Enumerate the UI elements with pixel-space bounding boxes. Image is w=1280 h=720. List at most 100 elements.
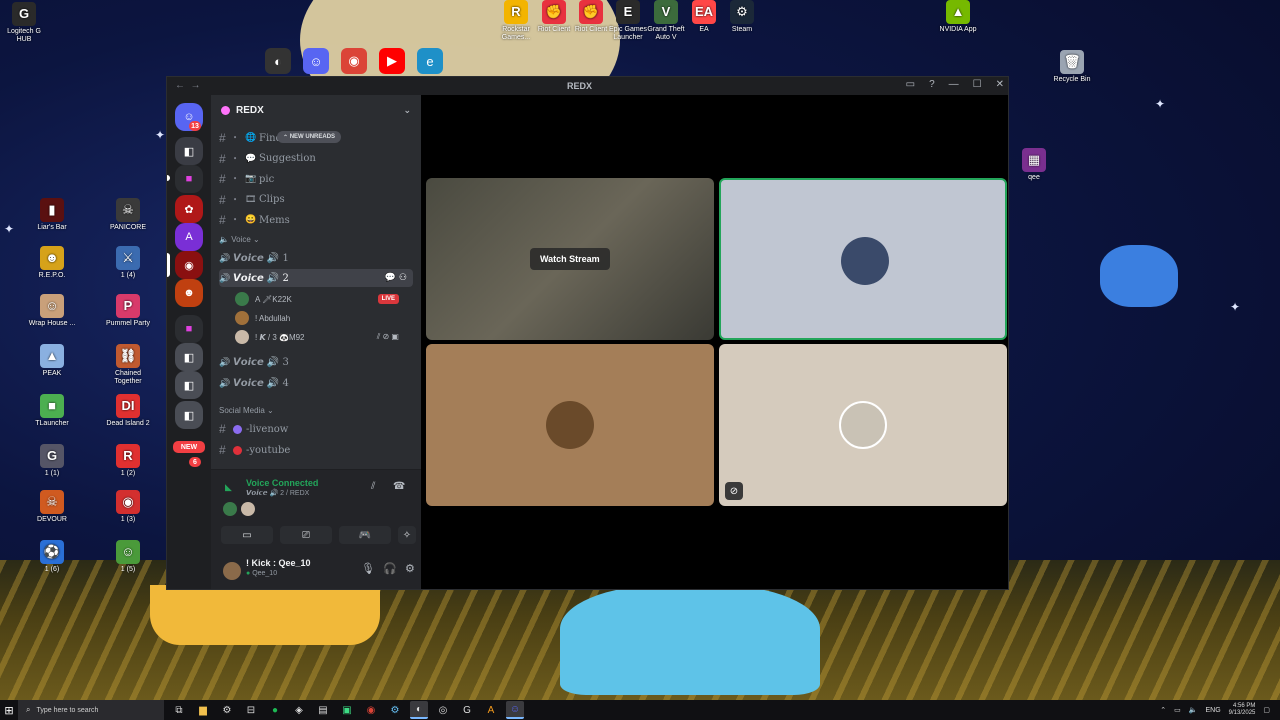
voice-participant[interactable]: ! 𝙆 / 3 🐼M92 ⫽ ⊘ ▣ — [235, 328, 407, 346]
user-display-name[interactable]: ! Kick : Qee_10 — [246, 558, 311, 568]
camera-off-button[interactable]: ▭ — [221, 526, 273, 544]
desktop-icon[interactable]: ☺ Wrap House ... — [28, 294, 76, 328]
maximize-button[interactable]: ☐ — [973, 79, 982, 90]
desktop-icon[interactable]: R 1 (2) — [104, 444, 152, 478]
vpn-icon[interactable]: ◈ — [290, 701, 308, 719]
desktop-icon[interactable]: ◉ 1 (3) — [104, 490, 152, 524]
language-indicator[interactable]: ENG — [1206, 707, 1221, 714]
discord-icon[interactable]: ☺ — [506, 701, 524, 719]
channel-mems[interactable]: # • 😀 Mems — [219, 211, 413, 229]
chat-icon[interactable]: 💬 ⚇ — [385, 273, 407, 283]
chrome-icon[interactable]: ◉ — [341, 48, 367, 74]
voice-channel[interactable]: 🔊 𝙑𝙤𝙞𝙘𝙚 🔊 3 — [219, 353, 413, 371]
voice-participant[interactable]: ! Abdullah — [235, 309, 407, 327]
steam-icon[interactable]: ⚙ — [386, 701, 404, 719]
server-icon[interactable]: A — [175, 223, 203, 251]
new-unreads-pill[interactable]: ⌃ NEW UNREADS — [277, 131, 342, 143]
desktop-icon[interactable]: 🗑 Recycle Bin — [1048, 50, 1096, 84]
server-icon[interactable]: ◧ — [175, 137, 203, 165]
chevron-up-icon[interactable]: ⌃ — [1160, 706, 1166, 714]
desktop-icon[interactable]: DI Dead Island 2 — [104, 394, 152, 428]
volume-icon[interactable]: 🔈 — [1189, 706, 1198, 714]
help-icon[interactable]: ? — [929, 79, 935, 90]
desktop-icon[interactable]: ☠ PANICORE — [104, 198, 152, 232]
watch-stream-button[interactable]: Watch Stream — [530, 248, 610, 270]
desktop-icon[interactable]: ☻ R.E.P.O. — [28, 246, 76, 280]
notepad-icon[interactable]: ▤ — [314, 701, 332, 719]
disconnect-icon[interactable]: ☎ — [393, 481, 405, 492]
desktop-icon[interactable]: G Logitech G HUB — [0, 2, 48, 44]
desktop-icon[interactable]: ⛓ Chained Together — [104, 344, 152, 386]
discord-icon[interactable]: ☺ — [303, 48, 329, 74]
soundboard-button[interactable]: ✧ — [398, 526, 416, 544]
desktop-icon[interactable]: ⚔ 1 (4) — [104, 246, 152, 280]
signal-icon[interactable]: ◣ — [225, 482, 232, 493]
desktop-icon[interactable]: ⚽ 1 (6) — [28, 540, 76, 574]
desktop-icon[interactable]: ■ TLauncher — [28, 394, 76, 428]
server-header[interactable]: REDX ⌄ — [211, 95, 421, 125]
youtube-icon[interactable]: ▶ — [379, 48, 405, 74]
channel-youtube[interactable]: # -youtube — [219, 441, 413, 459]
channel-clips[interactable]: # • 🎞 Clips — [219, 191, 413, 209]
network-icon[interactable]: ▭ — [1174, 706, 1181, 714]
app-icon[interactable]: A — [482, 701, 500, 719]
chrome-icon[interactable]: ◉ — [362, 701, 380, 719]
desktop-icon[interactable]: P Pummel Party — [104, 294, 152, 328]
server-icon[interactable]: ◧ — [175, 401, 203, 429]
voice-category[interactable]: 🔈 Voice ⌄ — [219, 235, 260, 244]
server-icon[interactable]: ■ — [175, 315, 203, 343]
voice-channel[interactable]: 🔊 𝙑𝙤𝙞𝙘𝙚 🔊 1 — [219, 249, 413, 267]
voice-channel[interactable]: 🔊 𝙑𝙤𝙞𝙘𝙚 🔊 4 — [219, 374, 413, 392]
edge-icon[interactable]: e — [417, 48, 443, 74]
channel-pic[interactable]: # • 📷 pic — [219, 170, 413, 188]
voice-channel-path[interactable]: 𝙑𝙤𝙞𝙘𝙚 🔊 2 / REDX — [246, 489, 309, 497]
server-icon[interactable]: ■ — [175, 165, 203, 193]
avatar[interactable] — [241, 502, 255, 516]
chevron-down-icon[interactable]: ⌄ — [403, 105, 411, 116]
participant-tile-speaking[interactable] — [719, 178, 1007, 340]
logitech-icon[interactable]: G — [458, 701, 476, 719]
davinci-icon[interactable]: ◐ — [265, 48, 291, 74]
close-button[interactable]: ✕ — [996, 79, 1004, 90]
desktop-icon[interactable]: G 1 (1) — [28, 444, 76, 478]
avatar[interactable] — [223, 502, 237, 516]
voice-status[interactable]: Voice Connected — [246, 478, 318, 488]
desktop-icon[interactable]: ☺ 1 (5) — [104, 540, 152, 574]
desktop-icon[interactable]: ▲ NVIDIA App — [934, 0, 982, 34]
ubisoft-icon[interactable]: ◎ — [434, 701, 452, 719]
notifications-icon[interactable]: ▢ — [1263, 706, 1270, 714]
clock[interactable]: 4:56 PM 9/13/2025 — [1229, 703, 1256, 717]
taskbar-search[interactable]: ⌕ Type here to search — [18, 700, 164, 720]
user-avatar[interactable] — [223, 562, 241, 580]
stream-tile[interactable]: Watch Stream — [426, 178, 714, 340]
gear-icon[interactable]: ⚙ — [405, 562, 415, 575]
spotify-icon[interactable]: ● — [266, 701, 284, 719]
activities-button[interactable]: 🎮 — [339, 526, 391, 544]
server-icon[interactable]: ☻ — [175, 279, 203, 307]
desktop-icon[interactable]: ▲ PEAK — [28, 344, 76, 378]
app-icon[interactable]: ⊟ — [242, 701, 260, 719]
desktop-icon[interactable]: ▦ qee — [1010, 148, 1058, 182]
back-forward-icon[interactable]: ← → — [175, 80, 201, 91]
app-icon[interactable]: ▣ — [338, 701, 356, 719]
file-explorer-icon[interactable]: ▆ — [194, 701, 212, 719]
obs-icon[interactable]: ◐ — [410, 701, 428, 719]
desktop-icon[interactable]: ☠ DEVOUR — [28, 490, 76, 524]
headphones-icon[interactable]: 🎧 — [383, 562, 397, 575]
microphone-icon[interactable]: 🎙 — [361, 562, 375, 575]
inbox-icon[interactable]: ▭ — [906, 79, 915, 90]
channel-livenow[interactable]: # -livenow — [219, 420, 413, 438]
settings-icon[interactable]: ⚙ — [218, 701, 236, 719]
desktop-icon[interactable]: ⚙ Steam — [718, 0, 766, 34]
server-redx[interactable]: ◉ — [175, 251, 203, 279]
desktop-icon[interactable]: ▮ Liar's Bar — [28, 198, 76, 232]
participant-tile[interactable]: ⊘ — [719, 344, 1007, 506]
channel-suggestion[interactable]: # • 💬 Suggestion — [219, 150, 413, 168]
windows-start-icon[interactable]: ⊞ — [0, 700, 18, 720]
task-view-icon[interactable]: ⧉ — [170, 701, 188, 719]
voice-participant[interactable]: A 🗡K22K LIVE — [235, 290, 407, 308]
screen-share-button[interactable]: ⎚ — [280, 526, 332, 544]
social-category[interactable]: Social Media ⌄ — [219, 406, 274, 415]
server-icon[interactable]: ◧ — [175, 343, 203, 371]
server-icon[interactable]: ◧ — [175, 371, 203, 399]
